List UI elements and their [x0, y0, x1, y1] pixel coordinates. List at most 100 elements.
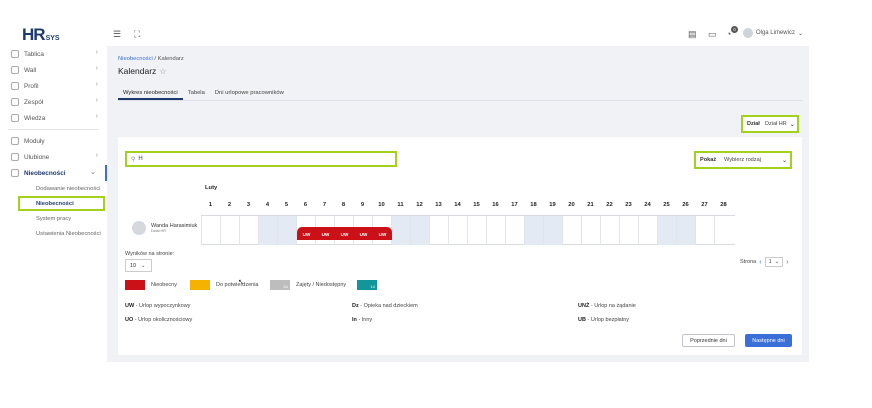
day-header: 8 — [341, 202, 346, 208]
calendar-day-cell[interactable] — [239, 216, 258, 245]
legend-item-busy: Zz Zajęty / Niedostępny — [270, 280, 346, 290]
day-header: 24 — [644, 202, 651, 208]
calendar-day-cell[interactable] — [258, 216, 277, 245]
calendar-day-cell[interactable] — [619, 216, 638, 245]
team-icon — [11, 98, 19, 106]
calendar-day-cell[interactable] — [448, 216, 467, 245]
day-header: 25 — [663, 202, 670, 208]
day-header-row: 1 2 3 4 5 6 7 8 9 10 11 12 13 14 15 16 17 18 19 20 21 22 23 24 2… — [201, 202, 735, 212]
calendar-day-cell[interactable] — [277, 216, 296, 245]
day-header: 26 — [682, 202, 689, 208]
sidebar-item-tablica[interactable]: Tablica › — [0, 46, 107, 62]
day-header: 17 — [511, 202, 518, 208]
search-input[interactable]: ⚲ H — [125, 151, 397, 167]
absence-bar[interactable]: UW — [335, 227, 354, 240]
calendar-day-cell[interactable] — [543, 216, 562, 245]
absence-bar[interactable]: UW — [373, 227, 392, 240]
calendar-day-cell[interactable] — [467, 216, 486, 245]
sidebar-item-zespol[interactable]: Zespół › — [0, 94, 107, 110]
calendar-day-cell[interactable] — [201, 216, 220, 245]
employee-department: Dział HR — [151, 229, 166, 233]
user-name: Olga Limewicz — [755, 30, 795, 36]
calendar-day-cell[interactable] — [220, 216, 239, 245]
calendar-day-cell[interactable] — [638, 216, 657, 245]
calendar-day-cell[interactable] — [486, 216, 505, 245]
legend-swatch: Zz — [270, 280, 290, 290]
calendar-day-cell[interactable] — [676, 216, 695, 245]
clipboard-icon[interactable]: ▤ — [688, 29, 697, 40]
day-header: 10 — [378, 202, 385, 208]
type-select[interactable]: Pokaż Wybierz rodzaj ⌄ — [694, 151, 792, 169]
sidebar-item-wiedza[interactable]: Wiedza › — [0, 110, 107, 126]
avatar — [742, 28, 753, 38]
absence-bar[interactable]: UW — [354, 227, 373, 240]
page-title-wrap: Kalendarz ☆ — [118, 66, 166, 76]
tab-dni-urlopowe[interactable]: Dni urlopowe pracowników — [210, 88, 289, 100]
calendar-day-cell[interactable] — [600, 216, 619, 245]
sidebar-subitem-dodawanie[interactable]: Dodawanie nieobecności — [0, 181, 107, 196]
sidebar-item-label: Wiedza — [24, 114, 46, 122]
day-header: 9 — [360, 202, 365, 208]
previous-days-button[interactable]: Poprzednie dni — [682, 334, 735, 347]
calendar-day-cell[interactable] — [562, 216, 581, 245]
legend-item-holiday: 14 — [357, 280, 383, 290]
calendar-day-cell[interactable] — [429, 216, 448, 245]
calendar-day-cell[interactable] — [657, 216, 676, 245]
next-page-icon[interactable]: › — [786, 259, 788, 266]
sidebar-item-moduly[interactable]: Moduły — [0, 133, 107, 149]
sidebar-item-profil[interactable]: Profil › — [0, 78, 107, 94]
code-desc: - Urlop okolicznościowy — [133, 317, 193, 323]
absence-bar[interactable]: UW — [297, 227, 316, 240]
month-label: Luty — [205, 185, 218, 191]
page-label: Strona — [740, 259, 757, 265]
code-desc: - Opieka nad dzieckiem — [358, 303, 418, 309]
sidebar-item-ulubione[interactable]: Ulubione › — [0, 149, 107, 165]
calendar-day-cell[interactable] — [581, 216, 600, 245]
sidebar-subitem-system-pracy[interactable]: System pracy — [0, 211, 107, 226]
calendar-day-cell[interactable] — [714, 216, 733, 245]
day-header: 2 — [227, 202, 232, 208]
day-header: 7 — [322, 202, 327, 208]
page-select[interactable]: 1 ⌄ — [764, 257, 784, 267]
day-header: 21 — [587, 202, 594, 208]
prev-page-icon[interactable]: ‹ — [759, 259, 761, 266]
code-desc: - Urlop na żądanie — [589, 303, 636, 309]
knowledge-icon — [11, 114, 19, 122]
absence-icon — [11, 169, 19, 177]
chevron-down-icon: ⌄ — [141, 262, 146, 269]
per-page-select[interactable]: 10 ⌄ — [125, 259, 152, 272]
user-menu[interactable]: Olga Limewicz ⌄ — [742, 28, 803, 38]
sidebar-menu: Tablica › Wall › Profil › Zespół › Wiedza › M… — [0, 46, 107, 241]
day-header: 13 — [435, 202, 442, 208]
sidebar-item-nieobecnosci[interactable]: Nieobecności ⌄ — [0, 165, 107, 181]
sidebar-subitem-nieobecnosci[interactable]: Nieobecności — [18, 196, 105, 211]
department-select[interactable]: Dział Dział HR ⌄ — [741, 115, 799, 133]
next-days-button[interactable]: Następne dni — [745, 334, 792, 347]
code-uw: UW - Urlop wypoczynkowy — [125, 303, 190, 309]
sidebar-subitem-ustawienia[interactable]: Ustawienia Nieobecności — [0, 226, 107, 241]
logo[interactable]: HR SYS — [22, 26, 60, 43]
type-label: Pokaż — [700, 157, 717, 163]
tab-wykres[interactable]: Wykres nieobecności — [118, 88, 183, 100]
fullscreen-icon[interactable]: ⛶ — [134, 29, 140, 40]
favorite-star-icon[interactable]: ☆ — [159, 67, 166, 76]
breadcrumb-link[interactable]: Nieobecności — [118, 56, 153, 62]
day-header: 22 — [606, 202, 613, 208]
calendar-day-cell[interactable] — [524, 216, 543, 245]
chat-icon[interactable]: ▭ — [708, 29, 717, 40]
page-title: Kalendarz — [118, 66, 157, 76]
code: UB — [578, 317, 586, 323]
absence-bar[interactable]: UW — [316, 227, 335, 240]
calendar-card — [118, 137, 802, 355]
app-root: HR SYS Tablica › Wall › Profil › Zespół › Wi… — [0, 0, 872, 408]
calendar-day-cell[interactable] — [695, 216, 714, 245]
calendar-day-cell[interactable] — [410, 216, 429, 245]
tab-tabela[interactable]: Tabela — [183, 88, 210, 100]
calendar-day-cell[interactable] — [505, 216, 524, 245]
sidebar: HR SYS Tablica › Wall › Profil › Zespół › Wi… — [0, 0, 107, 408]
hamburger-menu-icon[interactable]: ☰ — [113, 29, 121, 40]
sidebar-item-wall[interactable]: Wall › — [0, 62, 107, 78]
calendar-day-cell[interactable] — [391, 216, 410, 245]
employee-row-header[interactable]: Wanda Harasimiuk Dział HR — [132, 221, 197, 235]
day-header: 11 — [397, 202, 404, 208]
